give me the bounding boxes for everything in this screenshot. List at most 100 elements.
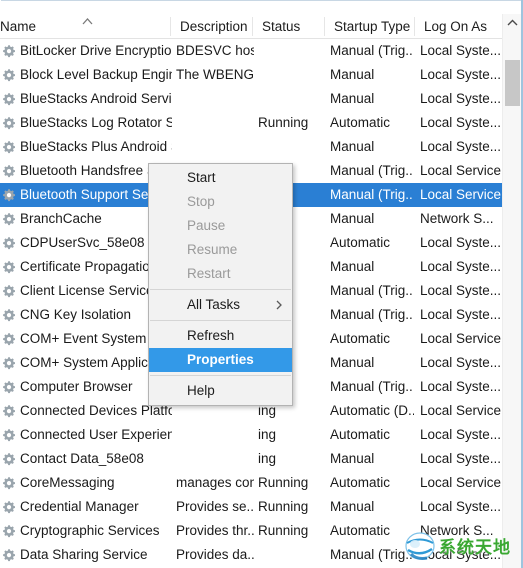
service-cell-start: Manual (Trig... [330,379,414,394]
service-cell-name: Block Level Backup Engine ... [20,67,172,82]
service-cell-logon: Local Syste... [420,499,502,514]
service-row[interactable]: BlueStacks Android Service ... Manual Loca… [0,87,502,111]
service-gear-icon [2,356,16,370]
service-cell-name: BlueStacks Log Rotator Serv... [20,115,172,130]
service-gear-icon [3,117,15,130]
service-cell-status: ing [258,451,277,466]
service-cell-start: Automatic [330,523,391,538]
service-cell-name: Credential Manager [20,499,139,514]
column-header-start[interactable]: Startup Type [330,14,420,39]
menu-item-label: Refresh [187,328,235,343]
menu-item-help[interactable]: Help [149,379,292,403]
service-gear-icon [2,68,16,82]
service-cell-logon: Network S... [420,211,494,226]
column-divider[interactable] [252,17,253,36]
service-row[interactable]: CoreMessaging manages com Running Automatic… [0,471,502,495]
service-gear-icon [2,188,16,202]
service-gear-icon [2,140,16,154]
service-cell-logon: Local Syste... [420,547,502,562]
column-header-row: Name Description Status Startup Type Log On … [0,14,502,39]
service-cell-logon: Local Syste... [420,235,502,250]
service-row[interactable]: Cryptographic Services Provides thr... Run… [0,519,502,543]
service-gear-icon [3,237,15,250]
service-row[interactable]: Connected User Experien ing Automatic Local… [0,423,502,447]
service-gear-icon [3,69,15,82]
column-header-label: Status [262,19,301,34]
column-divider[interactable] [170,17,171,36]
scrollbar-thumb[interactable] [505,60,520,106]
service-context-menu[interactable]: Start Stop Pause Resume Restart All Tasks Refr… [148,163,293,406]
service-gear-icon [2,524,16,538]
service-cell-start: Manual [330,211,375,226]
service-cell-desc [176,423,254,447]
service-gear-icon [3,501,15,514]
service-gear-icon [2,260,16,274]
service-cell-logon: Local Syste... [420,379,502,394]
menu-item-restart: Restart [149,262,292,286]
service-cell-desc [176,447,254,471]
menu-item-refresh[interactable]: Refresh [149,324,292,348]
service-row[interactable]: BitLocker Drive Encryption ... BDESVC hos… [0,39,502,63]
service-cell-start: Automatic [330,115,391,130]
chevron-right-icon [275,300,283,310]
service-row[interactable]: Data Sharing Service Provides da... Manual… [0,543,502,567]
service-cell-name: Contact Data_58e08 [20,451,144,466]
service-cell-start: Automatic [330,475,391,490]
service-cell-desc: manages com [176,475,254,490]
service-row[interactable]: Contact Data_58e08 ing Manual Local Syste..… [0,447,502,471]
service-gear-icon [3,357,15,370]
column-header-label: Startup Type [334,19,411,34]
column-header-status[interactable]: Status [258,14,330,39]
service-gear-icon [2,452,16,466]
column-header-logon[interactable]: Log On As [420,14,502,39]
service-gear-icon [3,285,15,298]
service-row[interactable]: Credential Manager Provides se... Running M… [0,495,502,519]
column-divider[interactable] [414,17,415,36]
service-cell-logon: Network S... [420,523,494,538]
window-top-edge [0,0,523,3]
service-row[interactable]: BlueStacks Log Rotator Serv... Running Aut… [0,111,502,135]
service-row[interactable]: Block Level Backup Engine ... The WBENG..… [0,63,502,87]
service-cell-desc [176,111,254,135]
vertical-scrollbar[interactable] [502,14,521,568]
service-cell-name: BitLocker Drive Encryption ... [20,43,172,58]
service-cell-start: Manual (Trig... [330,283,414,298]
menu-item-properties[interactable]: Properties [149,348,292,372]
service-cell-start: Manual [330,499,375,514]
menu-item-start[interactable]: Start [149,166,292,190]
service-cell-start: Automatic [330,235,391,250]
service-cell-start: Manual [330,139,375,154]
service-gear-icon [3,333,15,346]
service-cell-logon: Local Syste... [420,259,502,274]
service-gear-icon [3,549,15,562]
service-cell-start: Manual (Trig... [330,187,414,202]
menu-item-label: Resume [187,242,238,257]
service-cell-logon: Local Syste... [420,307,502,322]
service-cell-status: ing [258,427,277,442]
service-gear-icon [2,164,16,178]
service-gear-icon [3,525,15,538]
service-cell-logon: Local Syste... [420,67,502,82]
menu-item-resume: Resume [149,238,292,262]
service-cell-start: Manual [330,259,375,274]
menu-item-all-tasks[interactable]: All Tasks [149,293,292,317]
menu-item-stop: Stop [149,190,292,214]
column-header-desc[interactable]: Description [176,14,258,39]
scroll-up-button[interactable] [503,14,522,32]
menu-item-label: Start [187,170,216,185]
service-cell-logon: Local Syste... [420,43,502,58]
column-divider[interactable] [324,17,325,36]
service-cell-start: Manual [330,355,375,370]
service-gear-icon [3,381,15,394]
service-cell-desc: The WBENG... [176,67,254,82]
service-gear-icon [3,405,15,418]
service-gear-icon [2,428,16,442]
service-gear-icon [2,332,16,346]
service-cell-status [258,135,324,159]
service-cell-status [258,87,324,111]
service-cell-desc: BDESVC hos... [176,43,254,58]
service-cell-status [258,543,324,567]
service-gear-icon [3,165,15,178]
service-cell-name: Data Sharing Service [20,547,148,562]
service-row[interactable]: BlueStacks Plus Android Ser... Manual Loca… [0,135,502,159]
